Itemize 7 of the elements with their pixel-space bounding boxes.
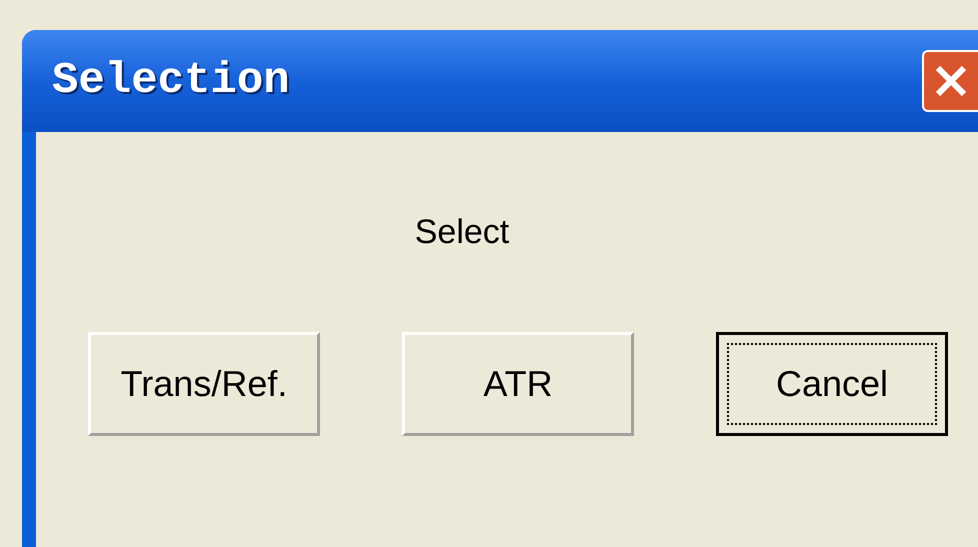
window-title: Selection [52, 55, 290, 108]
dialog-button[interactable]: ATR [402, 332, 634, 436]
close-button[interactable] [922, 50, 978, 112]
dialog-button[interactable]: Trans/Ref. [88, 332, 320, 436]
message-text: Select [414, 212, 510, 252]
dialog-button[interactable]: Cancel [716, 332, 948, 436]
close-icon [934, 64, 968, 98]
